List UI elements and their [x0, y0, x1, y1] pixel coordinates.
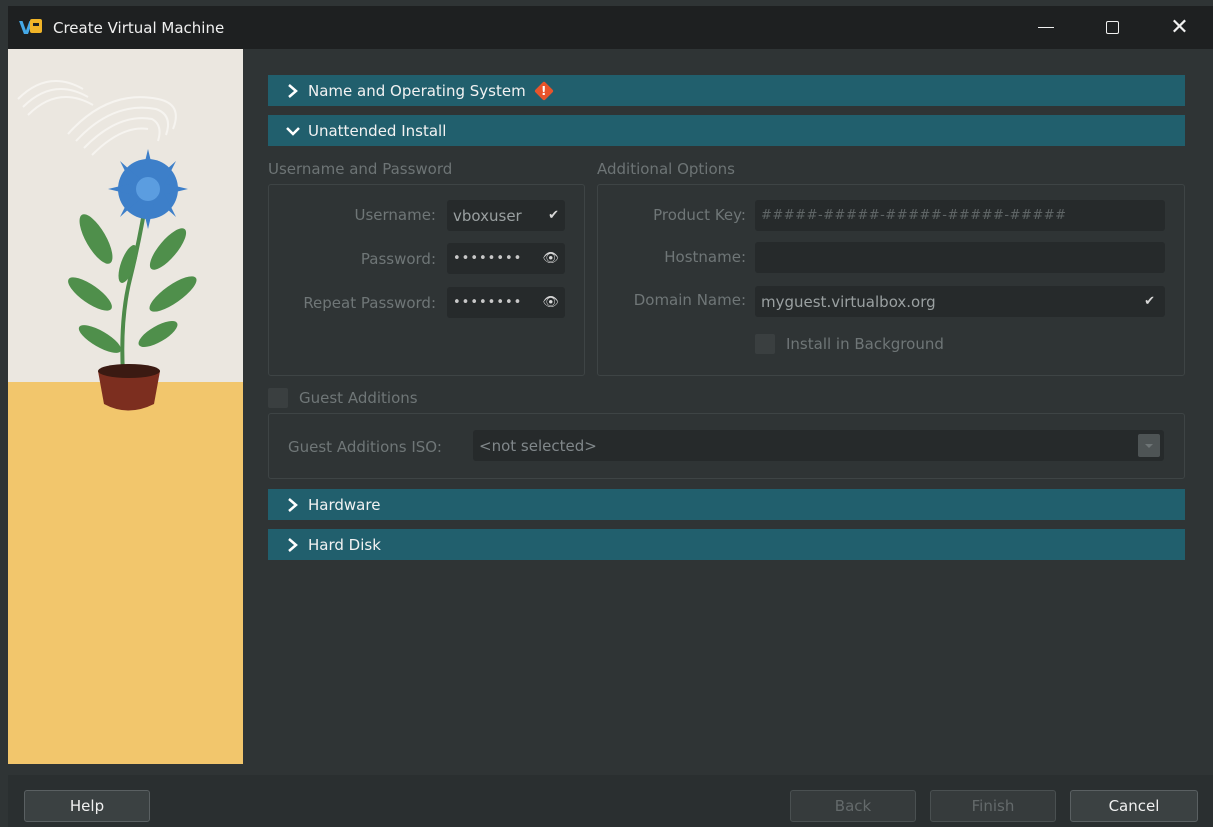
chevron-right-icon: [278, 489, 308, 520]
install-background-label: Install in Background: [786, 335, 944, 353]
section-unattended-install[interactable]: Unattended Install: [268, 115, 1185, 146]
section-hardware-label: Hardware: [308, 495, 381, 514]
hostname-input[interactable]: [755, 242, 1165, 273]
username-field[interactable]: vboxuser ✔: [447, 200, 565, 231]
section-hard-disk[interactable]: Hard Disk: [268, 529, 1185, 560]
help-button[interactable]: Help: [24, 790, 150, 822]
credentials-group: Username: vboxuser ✔ Password: •••••••• …: [268, 184, 585, 376]
repeat-password-label: Repeat Password:: [303, 294, 436, 312]
dropdown-arrow-icon[interactable]: [1138, 434, 1160, 457]
additional-group-title: Additional Options: [597, 160, 735, 178]
minimize-button[interactable]: [1012, 6, 1079, 49]
virtualbox-logo-icon: V: [19, 16, 43, 40]
finish-button[interactable]: Finish: [930, 790, 1056, 822]
window-title: Create Virtual Machine: [53, 18, 225, 37]
section-unattended-label: Unattended Install: [308, 121, 447, 140]
credentials-group-title: Username and Password: [268, 160, 453, 178]
guest-additions-iso-label: Guest Additions ISO:: [288, 438, 442, 456]
wizard-footer: Help Back Finish Cancel: [8, 775, 1213, 827]
title-bar: V Create Virtual Machine ✕: [8, 6, 1213, 49]
guest-additions-checkbox[interactable]: [268, 388, 288, 408]
minimize-icon: [1037, 27, 1054, 28]
guest-additions-label: Guest Additions: [299, 389, 418, 407]
wizard-content: Name and Operating System ! Unattended I…: [243, 49, 1213, 775]
repeat-password-field[interactable]: •••••••• 👁: [447, 287, 565, 318]
additional-group: Product Key: #####-#####-#####-#####-###…: [597, 184, 1185, 376]
chevron-right-icon: [278, 529, 308, 560]
section-hard-disk-label: Hard Disk: [308, 535, 381, 554]
chevron-right-icon: [278, 75, 308, 106]
back-button[interactable]: Back: [790, 790, 916, 822]
username-label: Username:: [354, 206, 436, 224]
domain-name-input[interactable]: myguest.virtualbox.org ✔: [755, 286, 1165, 317]
maximize-icon: [1106, 21, 1119, 34]
eye-icon[interactable]: 👁: [542, 287, 559, 318]
section-name-os[interactable]: Name and Operating System !: [268, 75, 1185, 106]
maximize-button[interactable]: [1079, 6, 1146, 49]
guest-additions-iso-select[interactable]: <not selected>: [473, 430, 1164, 461]
eye-icon[interactable]: 👁: [542, 243, 559, 274]
password-field[interactable]: •••••••• 👁: [447, 243, 565, 274]
guest-additions-group: Guest Additions ISO: <not selected>: [268, 413, 1185, 479]
checkmark-icon: ✔: [1144, 294, 1155, 309]
close-button[interactable]: ✕: [1146, 6, 1213, 49]
warning-icon: !: [533, 80, 554, 101]
close-icon: ✕: [1170, 15, 1189, 40]
chevron-down-icon: [278, 115, 308, 146]
install-background-checkbox[interactable]: [755, 334, 775, 354]
domain-name-label: Domain Name:: [633, 291, 746, 309]
product-key-input[interactable]: #####-#####-#####-#####-#####: [755, 200, 1165, 231]
password-label: Password:: [360, 250, 436, 268]
section-hardware[interactable]: Hardware: [268, 489, 1185, 520]
product-key-label: Product Key:: [653, 206, 746, 224]
hostname-label: Hostname:: [664, 248, 746, 266]
cancel-button[interactable]: Cancel: [1070, 790, 1198, 822]
wizard-illustration: [8, 49, 243, 764]
flower-pot-illustration: [8, 49, 243, 764]
section-name-os-label: Name and Operating System: [308, 81, 526, 100]
checkmark-icon: ✔: [548, 208, 559, 223]
